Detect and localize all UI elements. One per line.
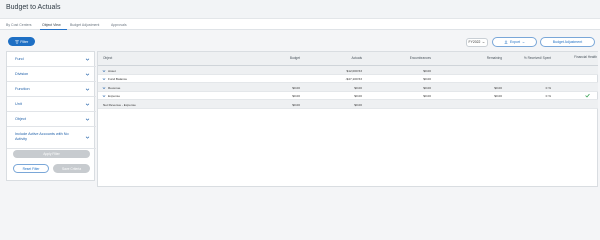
tab-approvals[interactable]: Approvals — [111, 23, 127, 27]
check-icon — [585, 94, 590, 98]
chevron-down-icon — [85, 103, 90, 106]
cell-object: Net Revenue - Expense — [103, 102, 136, 107]
chevron-down-icon — [85, 88, 90, 91]
active-tab-indicator — [40, 28, 67, 30]
filter-include-inactive-label: Include Active Accounts with No Activity — [15, 132, 69, 141]
cell-remaining: $0.00 — [494, 85, 502, 90]
budget-adjustment-button-label: Budget Adjustment — [552, 40, 583, 44]
chevron-down-icon — [85, 58, 90, 61]
cell-actuals: $0.00 — [354, 102, 362, 107]
save-criteria-button[interactable]: Save Criteria — [53, 164, 90, 173]
chevron-down-icon[interactable] — [102, 77, 106, 81]
table-row[interactable]: Revenue $0.00 $0.00 $0.00 $0.00 0 % — [98, 83, 598, 92]
cell-remaining: $0.00 — [494, 94, 502, 99]
tab-budget-adjustment[interactable]: Budget Adjustment — [70, 23, 99, 27]
table-header: Object Budget Actuals Encumbrances Remai… — [98, 52, 598, 66]
filter-function-label: Function — [15, 87, 30, 91]
tab-bar: By Cost Centers Object View Budget Adjus… — [0, 19, 600, 30]
table-row[interactable]: Fund Balance -$47,100.53 $0.00 — [98, 75, 598, 83]
table-row[interactable]: Asset $12,000.53 $0.00 — [98, 66, 598, 75]
column-header-remaining: Remaining — [486, 56, 502, 60]
column-header-percent-spent: % Received/ Spent — [523, 56, 551, 60]
filter-unit[interactable]: Unit — [7, 97, 96, 112]
chevron-down-icon[interactable] — [102, 94, 106, 98]
filter-division[interactable]: Division — [7, 67, 96, 82]
chevron-down-icon — [85, 136, 90, 139]
filter-division-label: Division — [15, 72, 29, 76]
cell-object: Revenue — [108, 85, 121, 90]
title-bar: Budget to Actuals — [0, 0, 600, 19]
cell-object: Fund Balance — [108, 77, 128, 82]
budget-adjustment-button[interactable]: Budget Adjustment — [540, 37, 595, 47]
tab-object-view[interactable]: Object View — [42, 23, 61, 27]
toolbar: Filter FY2022 Export Budget Adjustment — [0, 31, 600, 51]
export-button[interactable]: Export — [492, 37, 537, 47]
cell-percent-spent: 0 % — [545, 85, 551, 90]
cell-encumbrances: $0.00 — [423, 68, 431, 73]
fiscal-year-value: FY2022 — [468, 40, 481, 44]
chevron-down-icon[interactable] — [102, 86, 106, 90]
filter-object[interactable]: Object — [7, 112, 96, 127]
budget-to-actuals-app: Budget to Actuals By Cost Centers Object… — [0, 0, 600, 200]
cell-percent-spent: 0 % — [545, 94, 551, 99]
export-button-label: Export — [509, 40, 521, 44]
filter-button[interactable]: Filter — [8, 37, 35, 46]
apply-filter-button[interactable]: Apply Filter — [13, 150, 90, 158]
chevron-down-icon[interactable] — [102, 69, 106, 73]
fiscal-year-select[interactable]: FY2022 — [466, 37, 488, 47]
filter-unit-label: Unit — [15, 102, 22, 106]
chevron-down-icon — [482, 41, 485, 43]
cell-object: Asset — [108, 68, 116, 73]
filter-object-label: Object — [15, 117, 26, 121]
table-row[interactable]: Net Revenue - Expense $0.00 $0.00 — [98, 100, 598, 109]
filter-fund[interactable]: Fund — [7, 52, 96, 67]
chevron-down-icon — [522, 41, 525, 43]
filter-button-label: Filter — [20, 39, 29, 44]
filter-include-inactive[interactable]: Include Active Accounts with No Activity — [7, 127, 96, 149]
filter-panel: Fund Division Function Unit Object Inclu… — [6, 51, 96, 181]
column-header-object: Object — [103, 56, 113, 60]
column-header-financial-health: Financial Health — [574, 54, 597, 59]
cell-object: Expense — [108, 94, 121, 99]
filter-function[interactable]: Function — [7, 82, 96, 97]
budget-table: Object Budget Actuals Encumbrances Remai… — [97, 51, 598, 187]
table-row[interactable]: Expense $0.00 $0.00 $0.00 $0.00 0 % — [98, 92, 598, 100]
download-icon — [505, 40, 508, 44]
filter-icon — [14, 40, 19, 43]
reset-filter-button[interactable]: Reset Filter — [13, 164, 49, 173]
tab-by-cost-centers[interactable]: By Cost Centers — [6, 23, 31, 27]
chevron-down-icon — [85, 73, 90, 76]
chevron-down-icon — [85, 118, 90, 121]
filter-fund-label: Fund — [15, 57, 24, 61]
page-title: Budget to Actuals — [6, 4, 61, 11]
cell-encumbrances: $0.00 — [423, 77, 431, 82]
